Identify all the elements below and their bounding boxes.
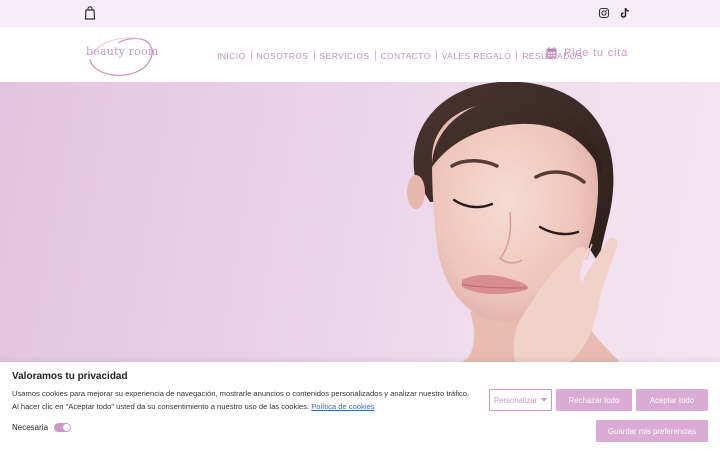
cookie-consent-banner: Valoramos tu privacidad Usamos cookies p… — [0, 362, 720, 450]
hero-banner — [0, 82, 720, 362]
customize-button-label: Personalizar — [493, 395, 538, 405]
reject-all-button[interactable]: Rechazar todo — [556, 389, 632, 411]
calendar-icon — [546, 47, 557, 59]
top-bar — [0, 0, 720, 27]
shopping-bag-icon[interactable] — [84, 6, 96, 20]
logo[interactable]: beauty room — [84, 31, 164, 79]
hero-woman-image — [407, 82, 620, 362]
cookie-description: Usamos cookies para mejorar su experienc… — [12, 388, 472, 413]
toggle-knob — [63, 424, 71, 431]
necessary-cookies-label: Necesaria — [12, 423, 49, 432]
nav-servicios[interactable]: SERVICIOS — [315, 51, 375, 61]
cookie-title: Valoramos tu privacidad — [12, 371, 128, 382]
site-header: beauty room INICIO NOSOTROS SERVICIOS CO… — [0, 27, 720, 82]
nav-nosotros[interactable]: NOSOTROS — [252, 51, 314, 61]
nav-contacto[interactable]: CONTACTO — [376, 51, 436, 61]
tiktok-icon[interactable] — [619, 7, 631, 19]
necessary-cookies-toggle[interactable] — [54, 423, 72, 432]
logo-text: beauty room — [86, 45, 159, 58]
book-appointment-link[interactable]: Pide tu cita — [546, 47, 628, 59]
necessary-cookies-row: Necesaria — [12, 423, 72, 432]
main-nav: INICIO NOSOTROS SERVICIOS CONTACTO VALES… — [212, 50, 588, 61]
book-appointment-label: Pide tu cita — [564, 47, 629, 59]
caret-down-icon — [541, 398, 548, 402]
instagram-icon[interactable] — [598, 7, 610, 19]
save-preferences-button[interactable]: Guardar mis preferencias — [596, 420, 708, 442]
nav-vales-regalo[interactable]: VALES REGALO — [437, 51, 517, 61]
customize-button[interactable]: Personalizar — [489, 389, 552, 411]
nav-inicio[interactable]: INICIO — [212, 51, 251, 61]
cookie-policy-link[interactable]: Política de cookies — [311, 402, 374, 411]
accept-all-button[interactable]: Aceptar todo — [636, 389, 708, 411]
cookie-description-text: Usamos cookies para mejorar su experienc… — [12, 389, 470, 411]
